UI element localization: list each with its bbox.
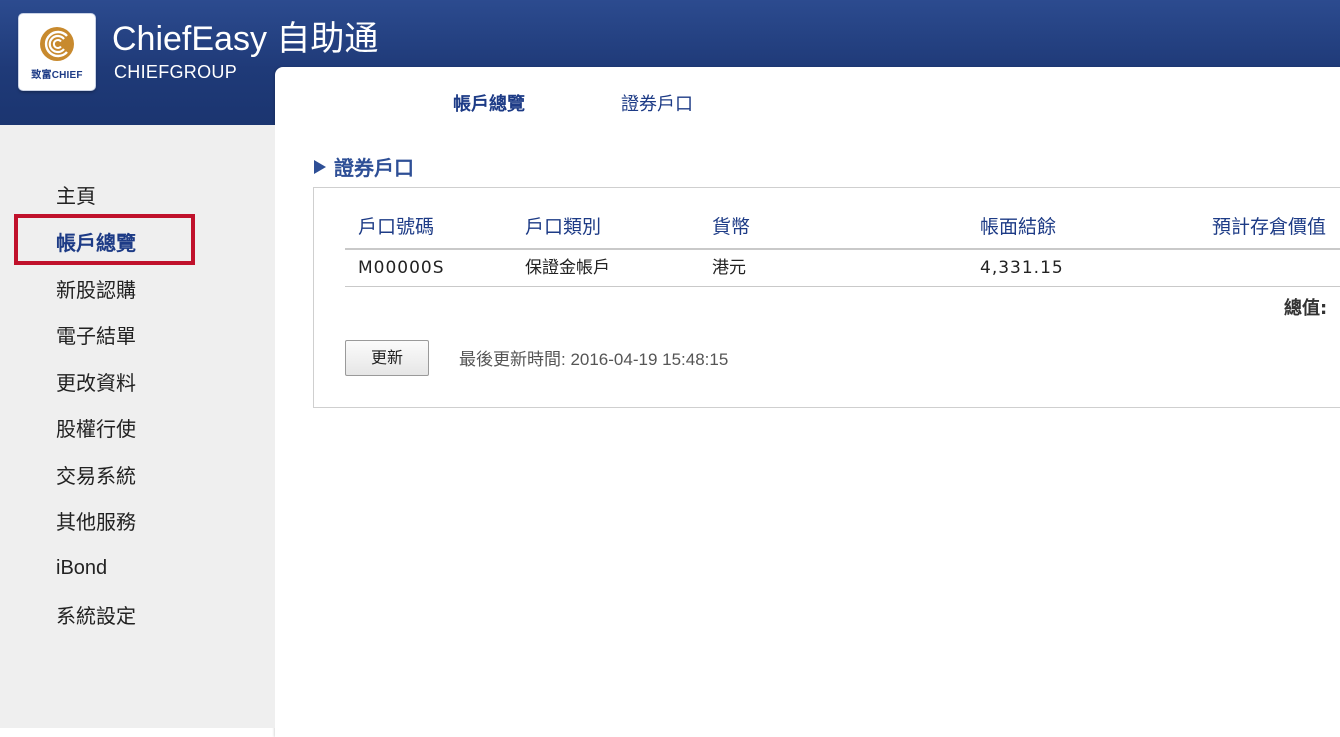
header-divider bbox=[345, 248, 1340, 250]
sidebar-item-change-info[interactable]: 更改資料 bbox=[56, 370, 136, 396]
column-header-book-balance: 帳面結餘 bbox=[980, 216, 1057, 238]
sidebar-item-ibond[interactable]: iBond bbox=[56, 555, 107, 581]
sidebar-item-e-statement[interactable]: 電子結單 bbox=[56, 323, 136, 349]
sidebar-item-system-settings[interactable]: 系統設定 bbox=[56, 603, 136, 629]
section-title: 證券戶口 bbox=[314, 155, 414, 181]
refresh-button[interactable]: 更新 bbox=[345, 340, 429, 376]
accounts-card bbox=[313, 187, 1340, 408]
tab-account-overview[interactable]: 帳戶總覽 bbox=[453, 92, 525, 118]
logo-swirl-icon bbox=[40, 27, 74, 61]
triangle-right-icon bbox=[314, 160, 326, 174]
app-subtitle: CHIEFGROUP bbox=[114, 62, 238, 82]
sidebar-item-home[interactable]: 主頁 bbox=[56, 183, 96, 209]
tab-securities-account[interactable]: 證券戶口 bbox=[621, 92, 693, 118]
column-header-account-no: 戶口號碼 bbox=[358, 216, 435, 238]
sidebar-item-other-services[interactable]: 其他服務 bbox=[56, 509, 136, 535]
cell-currency: 港元 bbox=[712, 258, 746, 278]
row-divider bbox=[345, 286, 1340, 287]
total-label: 總值: bbox=[1284, 298, 1328, 319]
column-header-est-holding-value: 預計存倉價值 bbox=[1212, 216, 1327, 238]
logo[interactable]: 致富CHIEF bbox=[19, 14, 95, 90]
logo-text: 致富CHIEF bbox=[31, 70, 83, 81]
sidebar-item-ipo-subscription[interactable]: 新股認購 bbox=[56, 277, 136, 303]
column-header-account-type: 戶口類別 bbox=[525, 216, 602, 238]
cell-account-type: 保證金帳戶 bbox=[525, 258, 610, 278]
cell-book-balance: 4,331.15 bbox=[980, 258, 1064, 278]
app-title: ChiefEasy 自助通 bbox=[112, 20, 379, 58]
last-updated-text: 最後更新時間: 2016-04-19 15:48:15 bbox=[459, 350, 729, 369]
section-title-text: 證券戶口 bbox=[334, 156, 414, 180]
column-header-currency: 貨幣 bbox=[712, 216, 751, 238]
cell-account-no: M00000S bbox=[358, 258, 445, 278]
sidebar-item-trading-system[interactable]: 交易系統 bbox=[56, 463, 136, 489]
sidebar-item-corporate-actions[interactable]: 股權行使 bbox=[56, 416, 136, 442]
active-item-highlight bbox=[14, 214, 195, 265]
